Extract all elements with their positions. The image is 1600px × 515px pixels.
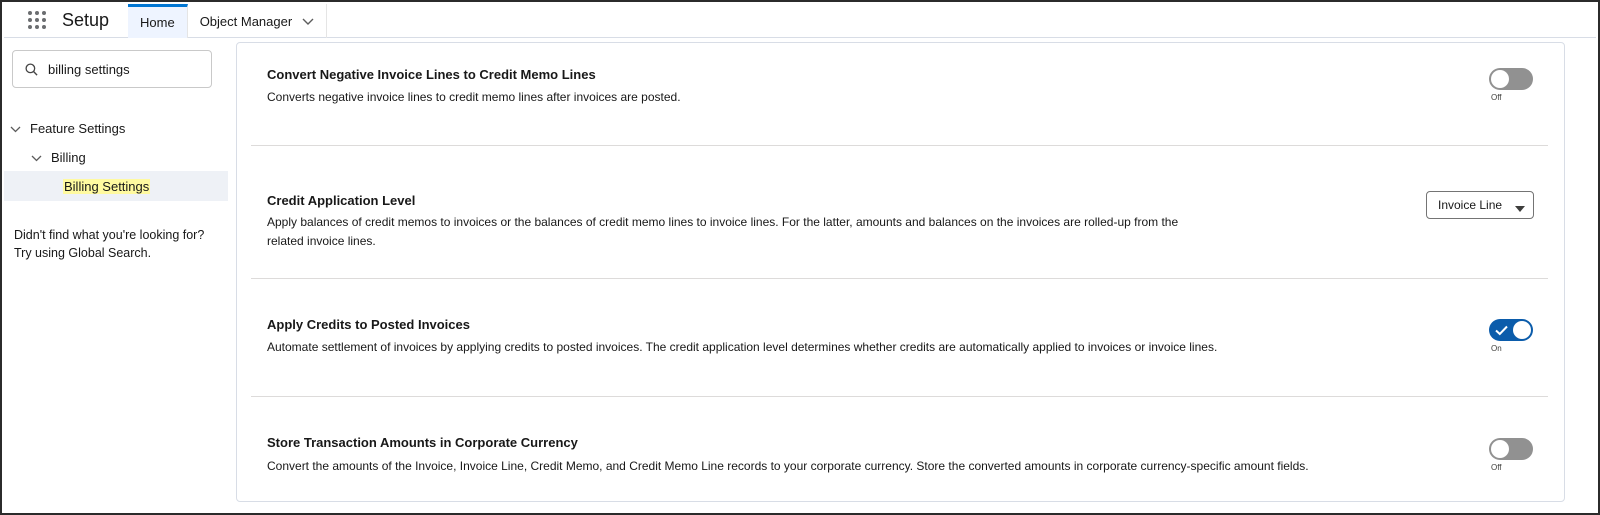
check-icon [1495, 323, 1508, 341]
toggle-state-label: Off [1491, 463, 1502, 472]
billing-settings-panel: Convert Negative Invoice Lines to Credit… [236, 42, 1565, 502]
setting-description-line-1: Apply balances of credit memos to invoic… [267, 215, 1179, 229]
tree-item-label: Feature Settings [30, 120, 126, 136]
not-found-line-1: Didn't find what you're looking for? [14, 228, 205, 242]
tree-item-label: Billing Settings [63, 178, 151, 194]
tree-item-feature-settings[interactable]: Feature Settings [4, 113, 228, 143]
not-found-hint: Didn't find what you're looking for? Try… [14, 226, 224, 262]
toggle-knob [1491, 70, 1509, 88]
tab-home[interactable]: Home [128, 4, 188, 38]
convert-negative-lines-toggle[interactable] [1489, 68, 1533, 90]
select-value: Invoice Line [1438, 198, 1503, 212]
setup-sidebar: Feature Settings Billing Billing Setting… [4, 39, 230, 511]
setting-title: Convert Negative Invoice Lines to Credit… [267, 67, 596, 82]
setting-title: Apply Credits to Posted Invoices [267, 317, 470, 332]
setting-description: Automate settlement of invoices by apply… [267, 340, 1218, 354]
chevron-down-icon[interactable] [302, 14, 314, 29]
tree-item-label: Billing [51, 149, 86, 165]
convert-negative-lines-toggle-group: Off [1489, 68, 1535, 102]
toggle-state-label: Off [1491, 93, 1502, 102]
app-frame: Setup Home Object Manager billing settin… [0, 0, 1600, 515]
tree-item-billing-settings[interactable]: Billing Settings [4, 171, 228, 201]
setting-description-line-2: related invoice lines. [267, 234, 376, 248]
tab-home-label: Home [140, 15, 175, 30]
setting-description: Apply balances of credit memos to invoic… [267, 213, 1178, 251]
divider [251, 396, 1548, 397]
apply-credits-toggle-group: On [1489, 319, 1535, 353]
corporate-currency-toggle[interactable] [1489, 438, 1533, 460]
caret-down-icon [1515, 202, 1525, 216]
setting-title: Store Transaction Amounts in Corporate C… [267, 435, 578, 450]
chevron-down-icon[interactable] [31, 150, 43, 165]
corporate-currency-toggle-group: Off [1489, 438, 1535, 472]
chevron-down-icon[interactable] [10, 121, 22, 136]
global-header: Setup Home Object Manager [4, 4, 1596, 38]
toggle-state-label: On [1491, 344, 1502, 353]
app-name: Setup [62, 10, 110, 30]
divider [251, 145, 1548, 146]
quick-find-search[interactable] [12, 50, 212, 88]
nav-tabs: Home Object Manager [128, 4, 328, 38]
toggle-knob [1513, 321, 1531, 339]
setting-description: Convert the amounts of the Invoice, Invo… [267, 459, 1309, 473]
setting-description: Converts negative invoice lines to credi… [267, 90, 681, 104]
setting-title: Credit Application Level [267, 193, 416, 208]
tree-item-billing[interactable]: Billing [4, 142, 228, 172]
divider [251, 278, 1548, 279]
app-launcher-icon[interactable] [28, 11, 50, 33]
quick-find-input[interactable] [48, 61, 198, 77]
apply-credits-toggle[interactable] [1489, 319, 1533, 341]
not-found-line-2: Try using Global Search. [14, 246, 152, 260]
tab-object-manager-label: Object Manager [199, 13, 293, 29]
search-icon [25, 62, 38, 76]
toggle-knob [1491, 440, 1509, 458]
tab-object-manager[interactable]: Object Manager [188, 4, 328, 38]
credit-application-level-select[interactable]: Invoice Line [1426, 191, 1534, 219]
